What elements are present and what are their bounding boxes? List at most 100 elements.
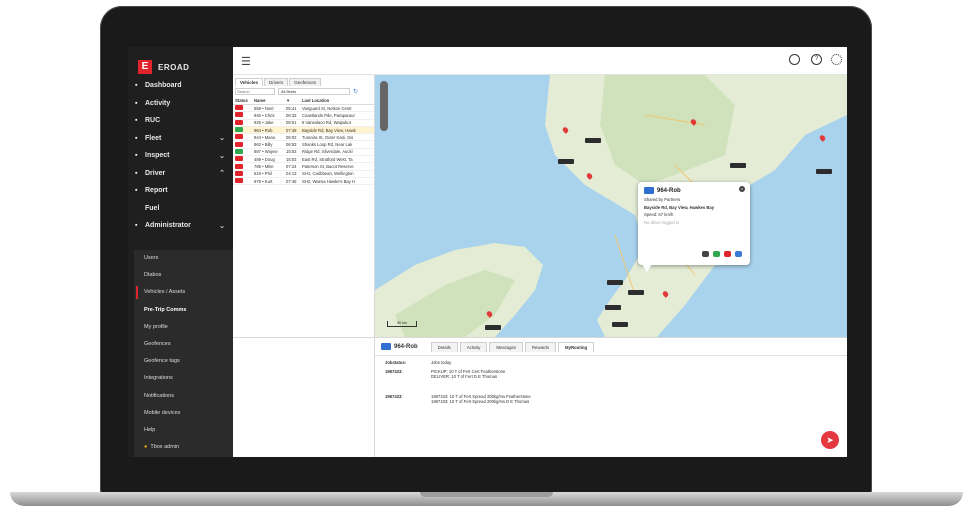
- vehicle-location: Coastlands Pde, Paraparaur: [302, 112, 355, 118]
- vehicle-name: 887 • Wayne: [254, 149, 278, 155]
- grid-icon: ▪: [135, 82, 138, 90]
- status-badge: [235, 178, 243, 184]
- close-icon[interactable]: ×: [739, 186, 745, 192]
- table-row[interactable]: 940 • Chris 06:33 Coastlands Pde, Parapa…: [233, 112, 374, 120]
- submenu-item[interactable]: Users: [134, 250, 233, 267]
- tab-activity[interactable]: Activity: [459, 341, 488, 352]
- submenu-item[interactable]: Help: [134, 422, 233, 439]
- col-name[interactable]: Name: [254, 98, 286, 103]
- submenu-item[interactable]: Vehicles / Assets: [134, 284, 233, 301]
- link-icon[interactable]: [735, 251, 742, 257]
- tab-geofences[interactable]: Geofences: [289, 78, 322, 86]
- table-row[interactable]: 785 • Mike 07:24 Paterson St, Bacot Rese…: [233, 163, 374, 171]
- tab-vehicles[interactable]: Vehicles: [235, 78, 264, 86]
- detail-field: 1987433: PICKUP: 10 T of Fert Cert Feath…: [385, 369, 837, 380]
- vehicle-time: 04:13: [286, 171, 297, 177]
- logo[interactable]: E EROAD: [128, 47, 233, 77]
- table-row[interactable]: 925 • Jake 06:51 6 Vaneslaco Rd, Waipuku…: [233, 119, 374, 127]
- submenu-item[interactable]: Dtabos: [134, 267, 233, 284]
- refresh-icon[interactable]: ↻: [353, 88, 358, 95]
- sidebar-item-fleet[interactable]: ▪ Fleet ⌄: [128, 130, 233, 148]
- sidebar-item-driver[interactable]: ▪ Driver ⌃: [128, 165, 233, 183]
- vehicle-name: 940 • Chris: [254, 112, 275, 118]
- vehicle-marker[interactable]: [558, 159, 574, 164]
- detail-value: PICKUP: 10 T of Fert Cert Featherstone D…: [431, 368, 506, 380]
- sidebar-item-activity[interactable]: ▪ Activity: [128, 95, 233, 113]
- table-row[interactable]: 944 • Manu 06:02 Turanira St, Outer Kait…: [233, 134, 374, 142]
- vehicle-name: 964 • Rob: [254, 127, 273, 133]
- col-sort[interactable]: ▼: [286, 98, 302, 103]
- map-land: [375, 75, 847, 337]
- user-menu[interactable]: ● Tbox admin: [134, 439, 233, 456]
- detail-key: 1987433:: [385, 393, 403, 399]
- table-row[interactable]: 964 • Rob 07:48 Bayside Rd, Bay View, Ha…: [233, 126, 374, 135]
- submenu-item[interactable]: My profile: [134, 319, 233, 336]
- route-icon[interactable]: [724, 251, 731, 257]
- globe-icon[interactable]: [789, 54, 800, 65]
- sidebar-item-label: Driver: [145, 169, 166, 177]
- table-row[interactable]: 962 • Billy 06:53 Shanks Loop Rd, Near L…: [233, 141, 374, 149]
- vehicle-time: 05:41: [286, 105, 297, 111]
- vehicle-marker[interactable]: [607, 280, 623, 285]
- table-row[interactable]: 516 • Phil 04:13 SH1, Caribbean, Welling…: [233, 170, 374, 178]
- search-vehicle-icon[interactable]: [702, 251, 709, 257]
- truck-icon: ▪: [135, 134, 138, 142]
- fleet-select[interactable]: All fleets: [278, 88, 350, 95]
- vehicle-marker[interactable]: [612, 322, 628, 327]
- vehicle-location: Shanks Loop Rd, Near Lak: [302, 142, 353, 148]
- popup-speed: Speed: 67 km/h: [644, 212, 674, 217]
- app-screen: E EROAD ▪ Dashboard ▪ Activity ▪ RUC ▪ F…: [128, 47, 847, 457]
- vehicle-marker[interactable]: [585, 138, 601, 143]
- gear-icon[interactable]: [831, 54, 842, 65]
- status-badge: [235, 134, 243, 140]
- vehicle-time: 07:48: [286, 178, 297, 184]
- table-row[interactable]: 887 • Wayne 15:53 Ridge Rd, Silverdale, …: [233, 148, 374, 157]
- sidebar-item-dashboard[interactable]: ▪ Dashboard: [128, 77, 233, 95]
- submenu-item[interactable]: Mobile devices: [134, 405, 233, 422]
- sidebar-item-label: Dashboard: [145, 82, 182, 90]
- vehicle-name: 925 • Jake: [254, 120, 274, 126]
- submenu-item[interactable]: Geofence tags: [134, 353, 233, 370]
- vehicle-time: 06:33: [286, 112, 297, 118]
- sidebar-item-ruc[interactable]: ▪ RUC: [128, 112, 233, 130]
- vehicle-marker[interactable]: [628, 290, 644, 295]
- status-badge: [235, 141, 243, 147]
- col-status[interactable]: Status: [235, 98, 254, 103]
- submenu-item[interactable]: Notifications: [134, 388, 233, 405]
- vehicle-popup: 964-Rob × Shared by Partners Bayside Rd,…: [638, 182, 750, 272]
- zoom-control[interactable]: [380, 81, 388, 131]
- sidebar-item-fuel[interactable]: Fuel: [128, 200, 233, 218]
- chevron-icon: ⌄: [219, 152, 225, 160]
- map[interactable]: 50 km 964-Rob × Shared by Partners Baysi…: [375, 75, 847, 337]
- vehicle-marker[interactable]: [485, 325, 501, 330]
- submenu-item[interactable]: Integrations: [134, 370, 233, 387]
- table-row[interactable]: 489 • Doug 15:03 East Rd, Stratford West…: [233, 156, 374, 164]
- table-row[interactable]: 976 • Kurt 07:48 SH2, Wairoa Hawke's Bay…: [233, 178, 374, 186]
- vehicle-search-input[interactable]: [235, 88, 275, 95]
- vehicle-marker[interactable]: [816, 169, 832, 174]
- submenu-item[interactable]: Pre-Trip Comms: [134, 302, 233, 319]
- col-location[interactable]: Last Location: [302, 98, 372, 103]
- sidebar-item-label: Administrator: [145, 222, 191, 230]
- vehicle-location: SH2, Wairoa Hawke's Bay H: [302, 178, 356, 184]
- hamburger-icon[interactable]: ☰: [241, 55, 251, 68]
- logo-mark: E: [138, 60, 152, 74]
- sidebar-item-administrator[interactable]: ▪ Administrator ⌄: [128, 217, 233, 235]
- vehicle-marker[interactable]: [730, 163, 746, 168]
- tab-messages[interactable]: Messages: [489, 341, 524, 352]
- sidebar-item-report[interactable]: ▪ Report: [128, 182, 233, 200]
- tab-rewards[interactable]: Rewards: [525, 341, 556, 352]
- help-icon[interactable]: ?: [811, 54, 822, 65]
- table-row[interactable]: 558 • Noel 05:41 Vanguard St, Nelson Cen…: [233, 105, 374, 113]
- compass-icon[interactable]: ➤: [821, 431, 839, 449]
- tab-drivers[interactable]: Drivers: [264, 78, 289, 86]
- sidebar-item-inspect[interactable]: ▪ Inspect ⌄: [128, 147, 233, 165]
- vehicle-marker[interactable]: [605, 305, 621, 310]
- tab-details[interactable]: Details: [430, 341, 458, 352]
- message-icon[interactable]: [713, 251, 720, 257]
- admin-icon: ▪: [135, 222, 138, 230]
- submenu-item[interactable]: Geofences: [134, 336, 233, 353]
- vehicle-location: SH1, Caribbean, Wellington: [302, 171, 354, 177]
- tab-myrouting[interactable]: MyRouting: [557, 341, 595, 352]
- chevron-icon: ⌃: [219, 170, 225, 178]
